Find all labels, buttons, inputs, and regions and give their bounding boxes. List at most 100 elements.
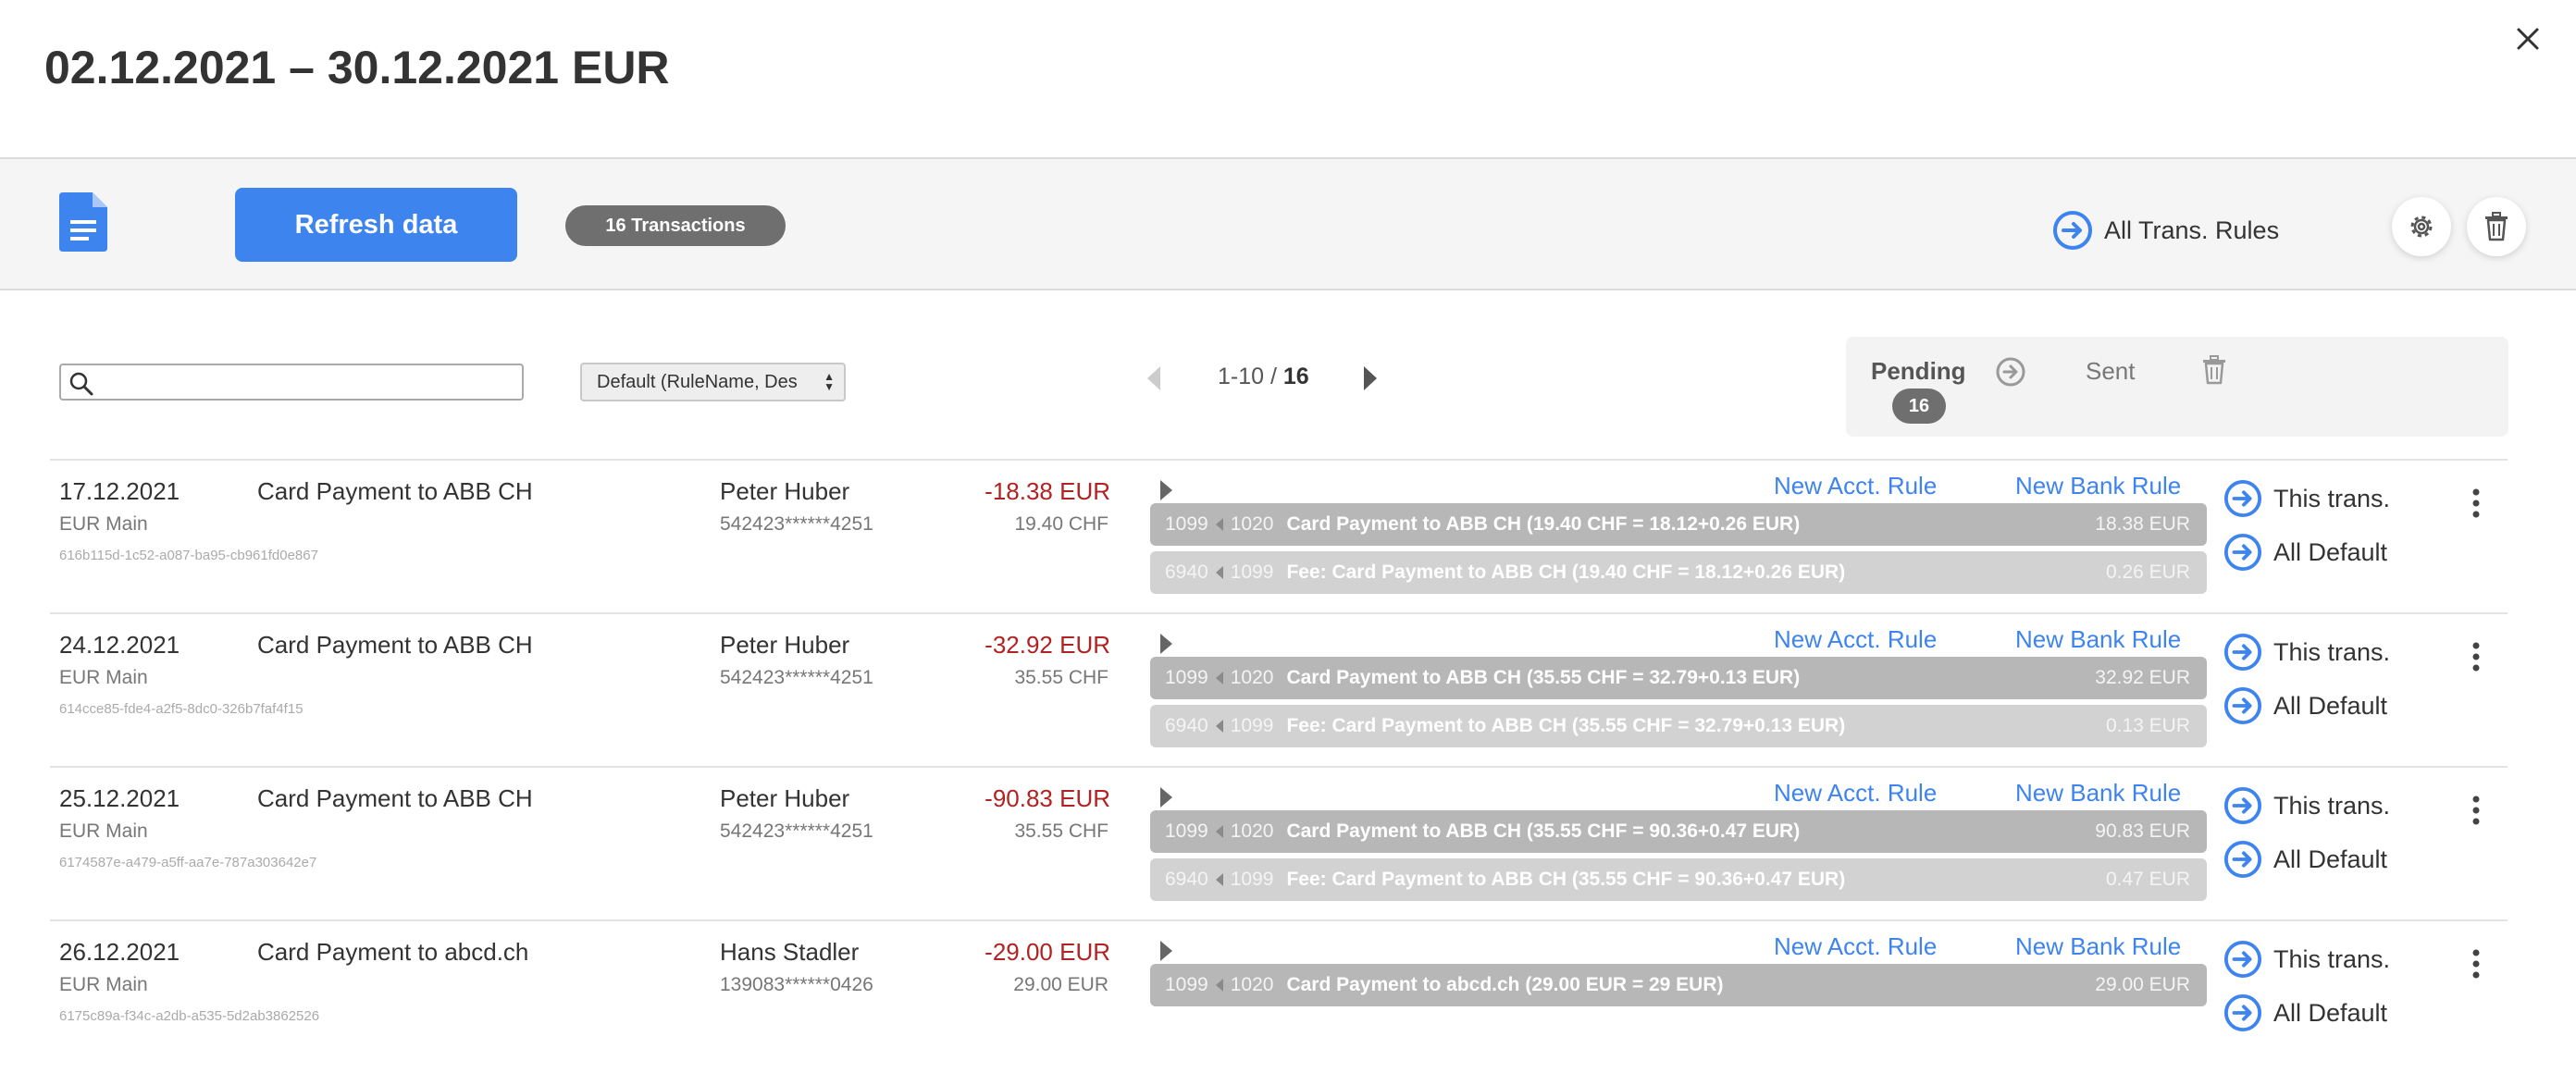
all-default-label: All Default bbox=[2273, 998, 2388, 1027]
table-row[interactable]: 24.12.2021 Card Payment to ABB CH EUR Main… bbox=[0, 612, 2576, 766]
pending-tab[interactable]: Pending bbox=[1871, 357, 1966, 386]
pager-range-text: 1-10 / bbox=[1218, 364, 1283, 389]
apply-this-trans-button[interactable]: This trans. bbox=[2223, 633, 2390, 672]
apply-this-trans-button[interactable]: This trans. bbox=[2223, 786, 2390, 825]
row-date: 25.12.2021 bbox=[59, 784, 180, 812]
arrow-circle-icon bbox=[1996, 357, 2025, 387]
booking-amount: 18.38 EUR bbox=[2095, 513, 2190, 535]
row-original-amount: 29.00 EUR bbox=[1013, 974, 1108, 995]
new-acct-rule-link[interactable]: New Acct. Rule bbox=[1774, 932, 1937, 961]
row-description: Card Payment to ABB CH bbox=[257, 477, 533, 505]
booking-entry[interactable]: 1099 1020 Card Payment to abcd.ch (29.00 E… bbox=[1150, 964, 2207, 1006]
new-acct-rule-link[interactable]: New Acct. Rule bbox=[1774, 779, 1937, 808]
row-account: EUR Main bbox=[59, 513, 148, 535]
delete-pending-button[interactable] bbox=[2200, 355, 2228, 389]
booking-text: Fee: Card Payment to ABB CH (19.40 CHF =… bbox=[1286, 561, 1846, 583]
row-party: Peter Huber bbox=[720, 631, 850, 659]
row-amount: -29.00 EUR bbox=[985, 938, 1110, 966]
row-date: 24.12.2021 bbox=[59, 631, 180, 659]
search-input[interactable] bbox=[59, 364, 524, 401]
row-uuid: 6174587e-a479-a5ff-aa7e-787a303642e7 bbox=[59, 855, 317, 870]
new-bank-rule-link[interactable]: New Bank Rule bbox=[2015, 472, 2181, 500]
sort-select[interactable]: Default (RuleName, Des ▲ ▼ bbox=[580, 363, 846, 401]
all-trans-rules-button[interactable]: All Trans. Rules bbox=[2052, 209, 2279, 252]
booking-text: Fee: Card Payment to ABB CH (35.55 CHF =… bbox=[1286, 869, 1846, 890]
chevron-right-icon bbox=[1160, 787, 1172, 808]
apply-all-default-button[interactable]: All Default bbox=[2223, 993, 2387, 1032]
booking-accounts: 6940 1099 bbox=[1165, 869, 1273, 891]
new-acct-rule-link[interactable]: New Acct. Rule bbox=[1774, 472, 1937, 500]
status-panel bbox=[1846, 337, 2508, 437]
row-date: 26.12.2021 bbox=[59, 938, 180, 966]
new-bank-rule-link[interactable]: New Bank Rule bbox=[2015, 779, 2181, 808]
booking-credit-account: 1099 bbox=[1230, 869, 1274, 890]
table-row[interactable]: 26.12.2021 Card Payment to abcd.ch EUR Mai… bbox=[0, 919, 2576, 1073]
row-divider bbox=[50, 459, 2508, 461]
booking-entry[interactable]: 1099 1020 Card Payment to ABB CH (35.55 CH… bbox=[1150, 810, 2207, 853]
booking-credit-account: 1020 bbox=[1230, 667, 1274, 688]
row-party: Peter Huber bbox=[720, 784, 850, 812]
row-amount: -90.83 EUR bbox=[985, 784, 1110, 812]
apply-all-default-button[interactable]: All Default bbox=[2223, 533, 2387, 572]
chevron-right-icon bbox=[1160, 634, 1172, 654]
arrow-left-icon bbox=[1215, 566, 1223, 579]
new-bank-rule-link[interactable]: New Bank Rule bbox=[2015, 625, 2181, 654]
booking-entry[interactable]: 6940 1099 Fee: Card Payment to ABB CH (35.… bbox=[1150, 858, 2207, 901]
arrow-left-icon bbox=[1215, 672, 1223, 684]
document-button[interactable] bbox=[59, 192, 111, 252]
arrow-circle-icon bbox=[2223, 533, 2262, 572]
booking-entry[interactable]: 1099 1020 Card Payment to ABB CH (19.40 CH… bbox=[1150, 503, 2207, 546]
chevron-right-icon bbox=[1160, 480, 1172, 500]
more-vertical-icon bbox=[2472, 488, 2480, 518]
delete-button[interactable] bbox=[2467, 197, 2526, 256]
row-date: 17.12.2021 bbox=[59, 477, 180, 505]
booking-debit-account: 1099 bbox=[1165, 974, 1208, 995]
page-title: 02.12.2021 – 30.12.2021 EUR bbox=[44, 42, 670, 93]
booking-text: Card Payment to abcd.ch (29.00 EUR = 29 … bbox=[1286, 974, 1724, 995]
more-vertical-icon bbox=[2472, 949, 2480, 979]
all-default-label: All Default bbox=[2273, 691, 2388, 720]
new-bank-rule-link[interactable]: New Bank Rule bbox=[2015, 932, 2181, 961]
booking-amount: 90.83 EUR bbox=[2095, 820, 2190, 842]
refresh-data-button[interactable]: Refresh data bbox=[235, 188, 517, 262]
trash-icon bbox=[2203, 355, 2225, 385]
booking-amount: 0.26 EUR bbox=[2105, 561, 2190, 583]
booking-entry[interactable]: 6940 1099 Fee: Card Payment to ABB CH (19.… bbox=[1150, 551, 2207, 594]
more-vertical-icon bbox=[2472, 796, 2480, 825]
sort-select-value: Default (RuleName, Des bbox=[597, 371, 798, 392]
row-card-number: 542423******4251 bbox=[720, 667, 873, 688]
row-divider bbox=[50, 919, 2508, 921]
arrow-circle-icon bbox=[2223, 686, 2262, 725]
new-acct-rule-link[interactable]: New Acct. Rule bbox=[1774, 625, 1937, 654]
pager-prev-button[interactable] bbox=[1144, 364, 1162, 397]
booking-accounts: 1099 1020 bbox=[1165, 974, 1273, 996]
table-row[interactable]: 17.12.2021 Card Payment to ABB CH EUR Main… bbox=[0, 459, 2576, 612]
booking-credit-account: 1020 bbox=[1230, 820, 1274, 842]
apply-this-trans-button[interactable]: This trans. bbox=[2223, 479, 2390, 518]
booking-entry[interactable]: 1099 1020 Card Payment to ABB CH (35.55 CH… bbox=[1150, 657, 2207, 699]
arrow-circle-icon bbox=[2223, 479, 2262, 518]
row-more-button[interactable] bbox=[2467, 487, 2485, 524]
row-amount: -32.92 EUR bbox=[985, 631, 1110, 659]
row-divider bbox=[50, 612, 2508, 614]
close-icon bbox=[2517, 28, 2539, 50]
close-button[interactable] bbox=[2509, 20, 2546, 57]
apply-all-default-button[interactable]: All Default bbox=[2223, 840, 2387, 879]
booking-accounts: 1099 1020 bbox=[1165, 667, 1273, 689]
row-original-amount: 35.55 CHF bbox=[1014, 667, 1108, 688]
arrow-circle-icon bbox=[2223, 840, 2262, 879]
table-row[interactable]: 25.12.2021 Card Payment to ABB CH EUR Main… bbox=[0, 766, 2576, 919]
settings-button[interactable] bbox=[2392, 197, 2451, 256]
pager-next-button[interactable] bbox=[1362, 364, 1381, 397]
arrow-circle-icon bbox=[2223, 940, 2262, 979]
row-more-button[interactable] bbox=[2467, 947, 2485, 985]
booking-text: Card Payment to ABB CH (35.55 CHF = 32.7… bbox=[1286, 667, 1801, 688]
send-button[interactable] bbox=[1995, 356, 2026, 392]
row-more-button[interactable] bbox=[2467, 640, 2485, 678]
booking-amount: 0.47 EUR bbox=[2105, 869, 2190, 890]
sent-tab[interactable]: Sent bbox=[2086, 357, 2136, 386]
apply-this-trans-button[interactable]: This trans. bbox=[2223, 940, 2390, 979]
row-more-button[interactable] bbox=[2467, 794, 2485, 832]
apply-all-default-button[interactable]: All Default bbox=[2223, 686, 2387, 725]
booking-entry[interactable]: 6940 1099 Fee: Card Payment to ABB CH (35.… bbox=[1150, 705, 2207, 747]
